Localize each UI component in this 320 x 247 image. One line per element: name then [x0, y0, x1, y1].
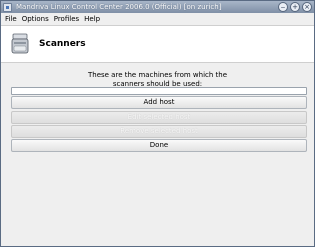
minimize-button[interactable]: ‒	[278, 2, 288, 12]
close-button[interactable]: ×	[302, 2, 312, 12]
menu-file[interactable]: File	[5, 15, 17, 23]
page-header: Scanners	[1, 25, 314, 63]
control-center-icon[interactable]	[3, 2, 12, 12]
scanner-hosts-panel: These are the machines from which the sc…	[1, 64, 314, 246]
menu-bar: File Options Profiles Help	[1, 13, 314, 24]
edit-host-button[interactable]: Edit selected host	[11, 111, 307, 124]
remove-host-button[interactable]: Remove selected host	[11, 125, 307, 138]
window-title: Mandriva Linux Control Center 2006.0 (Of…	[16, 3, 222, 11]
description-line-1: These are the machines from which the	[87, 71, 228, 79]
done-button[interactable]: Done	[11, 139, 307, 152]
hosts-list[interactable]	[11, 87, 307, 95]
menu-profiles[interactable]: Profiles	[54, 15, 79, 23]
scanner-icon	[11, 33, 29, 54]
app-window: Mandriva Linux Control Center 2006.0 (Of…	[0, 0, 315, 247]
add-host-button[interactable]: Add host	[11, 96, 307, 109]
menu-options[interactable]: Options	[22, 15, 49, 23]
page-title: Scanners	[39, 39, 86, 49]
menu-help[interactable]: Help	[84, 15, 100, 23]
window-controls: ‒ + ×	[278, 2, 312, 12]
title-bar[interactable]: Mandriva Linux Control Center 2006.0 (Of…	[1, 1, 314, 13]
maximize-button[interactable]: +	[290, 2, 300, 12]
